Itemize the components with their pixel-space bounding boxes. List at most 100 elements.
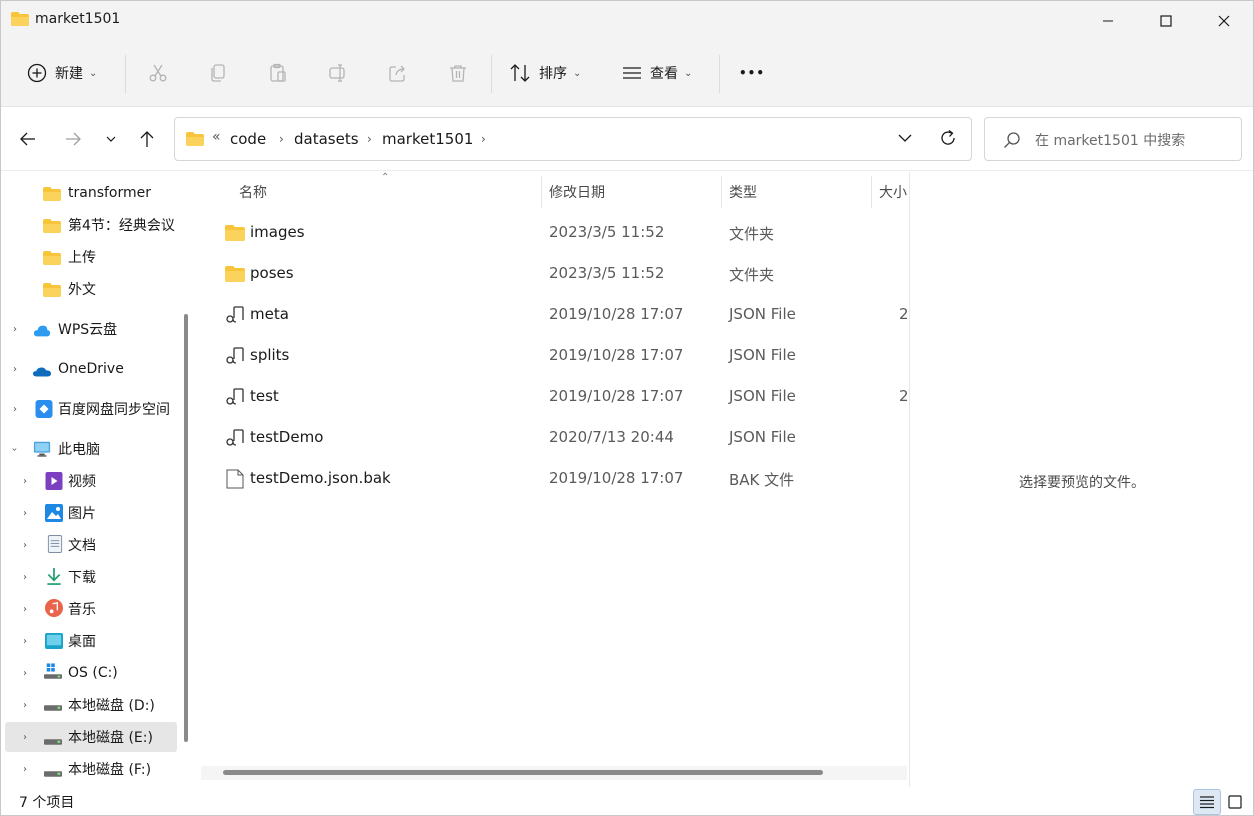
sidebar-item-baidu-sync[interactable]: › 百度网盘同步空间 xyxy=(5,394,177,424)
sidebar-item-transformer[interactable]: transformer xyxy=(5,178,177,208)
file-name: meta xyxy=(250,305,289,323)
chevron-right-icon[interactable]: › xyxy=(23,604,27,615)
column-header-size[interactable]: 大小 xyxy=(879,182,907,202)
up-button[interactable] xyxy=(135,127,159,151)
chevron-right-icon[interactable]: › xyxy=(367,132,372,146)
sidebar-item-wps-cloud[interactable]: › WPS云盘 xyxy=(5,314,177,344)
address-bar[interactable]: « code › datasets › market1501 › xyxy=(174,117,972,161)
tiles-view-button[interactable] xyxy=(1221,789,1249,815)
address-history-button[interactable] xyxy=(897,131,913,149)
refresh-button[interactable] xyxy=(939,129,957,151)
sidebar-item-pictures[interactable]: › 图片 xyxy=(5,498,177,528)
view-button[interactable]: 查看 ⌄ xyxy=(622,55,692,91)
sidebar-item-foreign[interactable]: 外文 xyxy=(5,274,177,304)
breadcrumb-code[interactable]: code xyxy=(230,130,266,148)
sidebar-item-label: 视频 xyxy=(68,474,96,490)
json-file-icon xyxy=(226,347,244,364)
breadcrumb-overflow[interactable]: « xyxy=(212,129,221,145)
sidebar-item-desktop[interactable]: › 桌面 xyxy=(5,626,177,656)
rename-button[interactable] xyxy=(326,61,350,85)
sidebar-item-label: 此电脑 xyxy=(58,442,100,458)
table-row[interactable]: poses 2023/3/5 11:52 文件夹 xyxy=(201,253,909,294)
sidebar-item-section4[interactable]: 第4节：经典会议 xyxy=(5,210,177,240)
breadcrumb-datasets[interactable]: datasets xyxy=(294,130,359,148)
scrollbar-thumb[interactable] xyxy=(223,770,823,775)
drive-icon xyxy=(44,739,62,745)
paste-button[interactable] xyxy=(266,61,290,85)
back-button[interactable] xyxy=(16,127,40,151)
delete-button[interactable] xyxy=(446,61,470,85)
view-list-icon xyxy=(623,67,641,79)
chevron-right-icon[interactable]: › xyxy=(23,540,27,551)
sidebar-item-label: 音乐 xyxy=(68,602,96,618)
sidebar-item-drive-d[interactable]: › 本地磁盘 (D:) xyxy=(5,690,177,720)
minimize-icon xyxy=(1103,20,1113,22)
column-header-type[interactable]: 类型 xyxy=(729,182,757,202)
sidebar-item-downloads[interactable]: › 下载 xyxy=(5,562,177,592)
sidebar-item-drive-c[interactable]: › OS (C:) xyxy=(5,658,177,688)
json-file-icon xyxy=(226,388,244,405)
new-button[interactable]: 新建 ⌄ xyxy=(27,55,97,91)
minimize-button[interactable] xyxy=(1079,1,1137,41)
column-header-date[interactable]: 修改日期 xyxy=(549,182,605,202)
chevron-right-icon[interactable]: › xyxy=(481,132,486,146)
table-row[interactable]: splits 2019/10/28 17:07 JSON File xyxy=(201,335,909,376)
search-input[interactable]: 在 market1501 中搜索 xyxy=(984,117,1242,161)
chevron-right-icon[interactable]: › xyxy=(23,508,27,519)
chevron-right-icon[interactable]: › xyxy=(23,732,27,743)
more-options-button[interactable]: ••• xyxy=(739,55,765,91)
file-name: splits xyxy=(250,346,290,364)
sidebar-item-music[interactable]: › 音乐 xyxy=(5,594,177,624)
maximize-button[interactable] xyxy=(1137,1,1195,41)
column-divider[interactable] xyxy=(541,176,542,208)
file-date: 2023/3/5 11:52 xyxy=(549,264,665,282)
share-button[interactable] xyxy=(386,61,410,85)
table-row[interactable]: images 2023/3/5 11:52 文件夹 xyxy=(201,212,909,253)
table-row[interactable]: testDemo 2020/7/13 20:44 JSON File xyxy=(201,417,909,458)
chevron-right-icon[interactable]: › xyxy=(23,572,27,583)
file-name: poses xyxy=(250,264,294,282)
sidebar-item-upload[interactable]: 上传 xyxy=(5,242,177,272)
chevron-right-icon[interactable]: › xyxy=(13,364,17,375)
table-row[interactable]: testDemo.json.bak 2019/10/28 17:07 BAK 文… xyxy=(201,458,909,499)
chevron-right-icon[interactable]: › xyxy=(23,764,27,775)
chevron-right-icon[interactable]: › xyxy=(23,636,27,647)
sidebar-item-documents[interactable]: › 文档 xyxy=(5,530,177,560)
sidebar-item-this-pc[interactable]: › 此电脑 xyxy=(5,434,177,464)
column-header-name[interactable]: 名称 xyxy=(239,182,267,202)
sort-button[interactable]: 排序 ⌄ xyxy=(509,55,581,91)
recent-locations-button[interactable] xyxy=(99,127,123,151)
chevron-down-icon[interactable]: › xyxy=(9,447,20,451)
chevron-right-icon[interactable]: › xyxy=(23,668,27,679)
file-type: BAK 文件 xyxy=(729,471,795,489)
table-row[interactable]: meta 2019/10/28 17:07 JSON File 2 xyxy=(201,294,909,335)
address-row: « code › datasets › market1501 › 在 marke… xyxy=(1,107,1253,171)
breadcrumb-market1501[interactable]: market1501 xyxy=(382,130,473,148)
table-row[interactable]: test 2019/10/28 17:07 JSON File 2 xyxy=(201,376,909,417)
file-icon xyxy=(226,469,244,489)
column-divider[interactable] xyxy=(721,176,722,208)
copy-button[interactable] xyxy=(206,61,230,85)
forward-button[interactable] xyxy=(61,127,85,151)
chevron-right-icon[interactable]: › xyxy=(13,324,17,335)
details-view-button[interactable] xyxy=(1193,789,1221,815)
chevron-right-icon[interactable]: › xyxy=(23,476,27,487)
chevron-down-icon: ⌄ xyxy=(89,67,98,79)
close-button[interactable] xyxy=(1195,1,1253,41)
sidebar-item-drive-f[interactable]: › 本地磁盘 (F:) xyxy=(5,754,177,784)
tiles-view-icon xyxy=(1228,795,1242,809)
desktop-icon xyxy=(45,632,63,650)
share-icon xyxy=(389,65,405,82)
sidebar-item-videos[interactable]: › 视频 xyxy=(5,466,177,496)
chevron-right-icon[interactable]: › xyxy=(23,700,27,711)
chevron-right-icon[interactable]: › xyxy=(13,404,17,415)
sidebar-scrollbar[interactable] xyxy=(184,314,188,742)
horizontal-scrollbar[interactable] xyxy=(201,766,907,780)
chevron-right-icon[interactable]: › xyxy=(279,132,284,146)
sidebar-item-label: 上传 xyxy=(68,250,96,266)
sidebar-item-onedrive[interactable]: › OneDrive xyxy=(5,354,177,384)
sidebar-item-drive-e[interactable]: › 本地磁盘 (E:) xyxy=(5,722,177,752)
column-divider[interactable] xyxy=(871,176,872,208)
cut-button[interactable] xyxy=(146,61,170,85)
add-circle-icon xyxy=(27,63,47,83)
